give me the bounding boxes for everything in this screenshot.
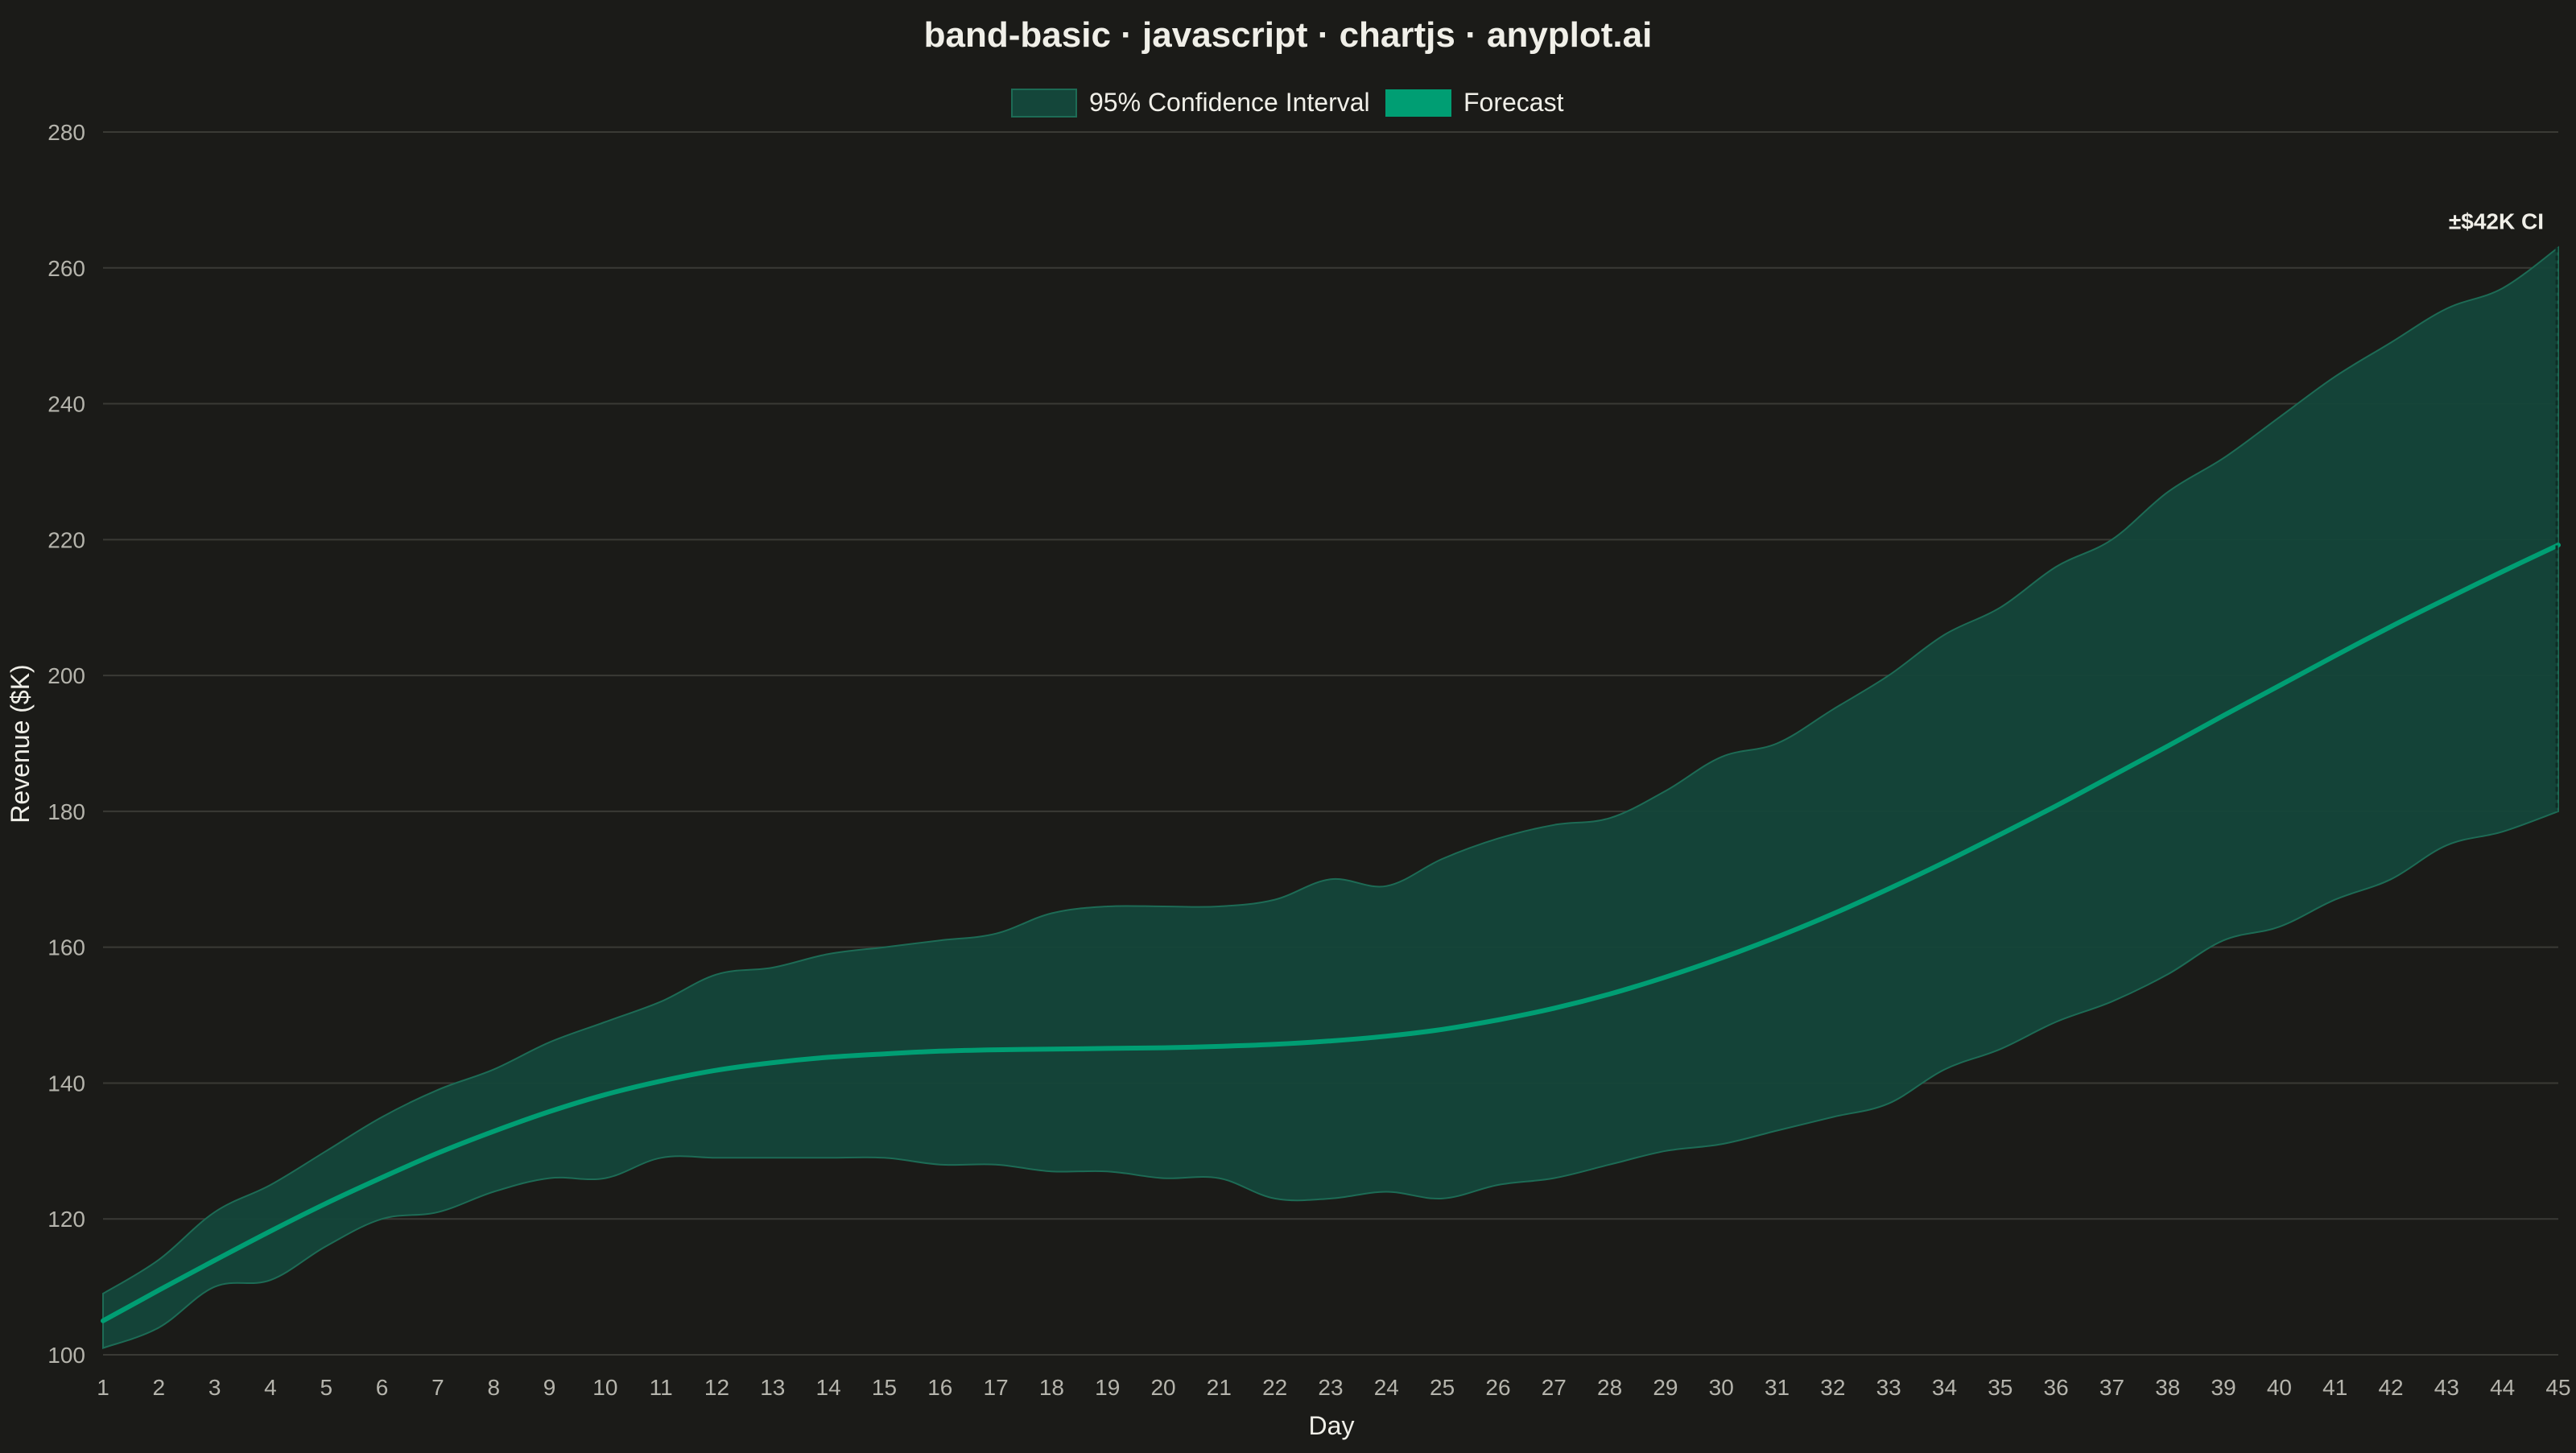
chart: band-basic · javascript · chartjs · anyp… [0,0,2576,1449]
x-tick-label-22: 22 [1262,1375,1287,1400]
x-tick-label-44: 44 [2490,1375,2515,1400]
x-tick-label-40: 40 [2267,1375,2292,1400]
x-tick-label-3: 3 [208,1375,221,1400]
x-tick-label-17: 17 [984,1375,1009,1400]
legend-item-forecast[interactable]: Forecast [1385,88,1564,117]
x-tick-label-24: 24 [1374,1375,1399,1400]
x-tick-label-11: 11 [650,1375,673,1400]
legend-swatch-confidence-interval [1011,89,1077,118]
x-tick-label-19: 19 [1095,1375,1120,1400]
x-tick-label-14: 14 [816,1375,841,1400]
x-tick-label-8: 8 [487,1375,500,1400]
x-tick-label-41: 41 [2322,1375,2347,1400]
x-axis-title: Day [1309,1411,1355,1440]
x-tick-label-42: 42 [2378,1375,2403,1400]
x-tick-label-34: 34 [1932,1375,1957,1400]
x-tick-label-9: 9 [543,1375,556,1400]
x-tick-label-27: 27 [1542,1375,1567,1400]
ci-annotation: ±$42K CI [2449,209,2544,234]
legend-item-confidence-interval[interactable]: 95% Confidence Interval [1011,88,1370,118]
x-tick-label-35: 35 [1988,1375,2013,1400]
x-tick-label-12: 12 [704,1375,729,1400]
chart-svg: band-basic · javascript · chartjs · anyp… [0,0,2576,1449]
x-tick-label-16: 16 [927,1375,952,1400]
x-tick-label-37: 37 [2099,1375,2124,1400]
x-tick-label-21: 21 [1207,1375,1232,1400]
x-tick-label-7: 7 [431,1375,444,1400]
x-tick-label-10: 10 [592,1375,617,1400]
x-tick-label-31: 31 [1765,1375,1790,1400]
x-tick-label-5: 5 [320,1375,332,1400]
x-tick-label-13: 13 [760,1375,785,1400]
y-tick-label-140: 140 [47,1071,85,1096]
x-tick-label-32: 32 [1820,1375,1845,1400]
x-tick-label-2: 2 [153,1375,166,1400]
x-tick-label-38: 38 [2155,1375,2180,1400]
y-tick-label-260: 260 [47,256,85,281]
y-tick-label-220: 220 [47,527,85,552]
x-tick-label-43: 43 [2434,1375,2459,1400]
y-axis-title: Revenue ($K) [6,664,35,823]
x-tick-label-4: 4 [264,1375,277,1400]
y-tick-label-280: 280 [47,120,85,145]
legend-label-forecast: Forecast [1463,88,1564,117]
x-tick-label-23: 23 [1318,1375,1343,1400]
x-tick-label-1: 1 [97,1375,109,1400]
x-tick-label-25: 25 [1430,1375,1455,1400]
x-tick-label-29: 29 [1653,1375,1678,1400]
legend-label-confidence-interval: 95% Confidence Interval [1089,88,1370,117]
y-tick-label-240: 240 [47,392,85,417]
y-tick-label-160: 160 [47,935,85,960]
x-tick-label-36: 36 [2044,1375,2069,1400]
legend: 95% Confidence Interval Forecast [1011,88,1564,118]
x-tick-label-18: 18 [1039,1375,1064,1400]
legend-swatch-forecast [1385,89,1451,117]
y-tick-label-100: 100 [47,1343,85,1368]
y-tick-label-120: 120 [47,1207,85,1232]
x-tick-label-30: 30 [1709,1375,1734,1400]
y-tick-label-180: 180 [47,799,85,824]
x-tick-label-45: 45 [2545,1375,2570,1400]
x-tick-label-6: 6 [376,1375,389,1400]
x-tick-label-20: 20 [1150,1375,1175,1400]
x-tick-label-39: 39 [2211,1375,2236,1400]
x-tick-label-15: 15 [872,1375,897,1400]
x-tick-label-28: 28 [1597,1375,1622,1400]
x-tick-label-26: 26 [1485,1375,1510,1400]
chart-title: band-basic · javascript · chartjs · anyp… [924,15,1653,55]
y-tick-label-200: 200 [47,663,85,688]
x-tick-label-33: 33 [1876,1375,1901,1400]
